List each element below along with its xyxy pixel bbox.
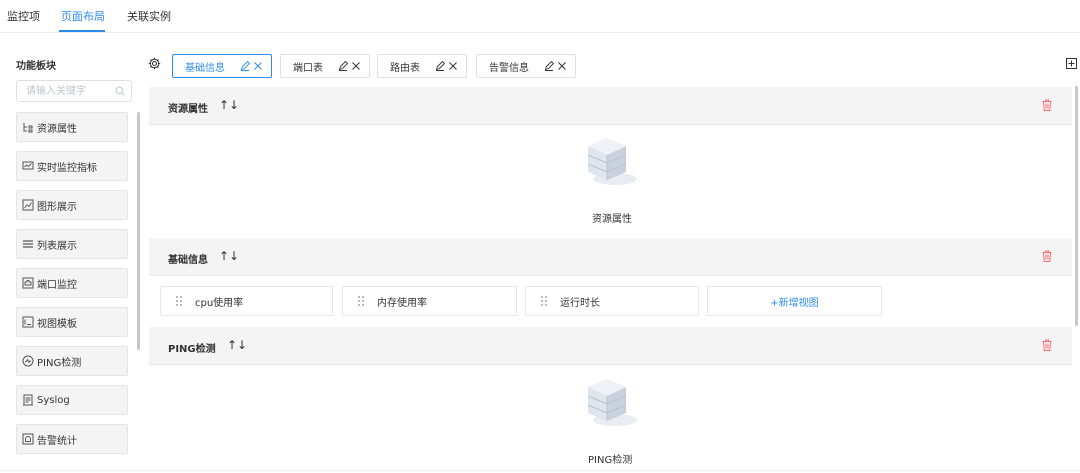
widget-syslog[interactable]: Syslog — [16, 385, 128, 415]
layout-tab-alarm-info[interactable]: 告警信息 — [476, 54, 576, 78]
trash-icon[interactable] — [1042, 339, 1052, 351]
layout-tab-label: 端口表 — [293, 62, 323, 74]
widget-realtime-metrics[interactable]: 实时监控指标 — [16, 151, 128, 181]
view-card-cpu-usage[interactable]: cpu使用率 — [160, 286, 333, 316]
view-card-label: 内存使用率 — [377, 297, 427, 309]
layout-tab-basic-info[interactable]: 基础信息 — [172, 54, 272, 78]
sort-arrows[interactable]: ↑↓ — [219, 98, 239, 112]
widget-label: 视图模板 — [37, 318, 77, 330]
add-view-label: +新增视图 — [770, 297, 819, 309]
server-placeholder-icon — [587, 379, 637, 426]
tab-monitor-items[interactable]: 监控项 — [7, 8, 40, 24]
tab-related-instances[interactable]: 关联实例 — [127, 8, 171, 24]
gear-icon[interactable] — [148, 57, 161, 70]
sort-arrows[interactable]: ↑↓ — [227, 338, 247, 352]
drag-handle-icon[interactable] — [357, 295, 365, 307]
section-header-resource-attributes: 资源属性 ↑↓ — [149, 87, 1072, 125]
tab-page-layout[interactable]: 页面布局 — [61, 8, 105, 24]
search-icon[interactable] — [115, 86, 125, 96]
add-tab-icon[interactable] — [1066, 58, 1077, 69]
widget-label: 资源属性 — [37, 123, 77, 135]
section-header-ping-check: PING检测 ↑↓ — [149, 327, 1072, 365]
widget-view-template[interactable]: 视图模板 — [16, 307, 128, 337]
drag-handle-icon[interactable] — [540, 295, 548, 307]
widget-port-monitor[interactable]: 端口监控 — [16, 268, 128, 298]
widget-list-display[interactable]: 列表展示 — [16, 229, 128, 259]
edit-icon[interactable] — [338, 61, 348, 71]
search-input[interactable] — [17, 81, 107, 101]
add-view-button[interactable]: +新增视图 — [707, 286, 882, 316]
widget-ping-check[interactable]: PING检测 — [16, 346, 128, 376]
layout-tab-label: 基础信息 — [185, 62, 225, 74]
bottom-divider — [0, 470, 1080, 471]
port-icon — [22, 277, 34, 289]
trash-icon[interactable] — [1042, 99, 1052, 111]
close-icon[interactable] — [448, 61, 458, 71]
monitor-icon — [22, 161, 34, 170]
trash-icon[interactable] — [1042, 250, 1052, 262]
layout-tab-label: 路由表 — [390, 62, 420, 74]
template-icon — [22, 316, 34, 328]
line-chart-icon — [22, 199, 34, 211]
edit-icon[interactable] — [544, 61, 554, 71]
layout-tab-route-table[interactable]: 路由表 — [377, 54, 467, 78]
view-card-memory-usage[interactable]: 内存使用率 — [342, 286, 517, 316]
section-title: PING检测 — [168, 344, 216, 355]
widget-label: 图形展示 — [37, 201, 77, 213]
tree-icon — [23, 123, 33, 133]
section-caption: PING检测 — [588, 455, 633, 466]
edit-icon[interactable] — [240, 61, 250, 71]
widget-label: 告警统计 — [37, 435, 77, 447]
widget-label: 实时监控指标 — [37, 162, 97, 174]
alarm-icon — [22, 433, 34, 445]
drag-handle-icon[interactable] — [175, 295, 183, 307]
left-panel-title: 功能板块 — [16, 61, 56, 72]
section-title: 资源属性 — [168, 104, 208, 115]
section-title: 基础信息 — [168, 255, 208, 266]
layout-tab-port-table[interactable]: 端口表 — [280, 54, 370, 78]
widget-alarm-stats[interactable]: 告警统计 — [16, 424, 128, 454]
widget-label: PING检测 — [37, 357, 82, 369]
edit-icon[interactable] — [435, 61, 445, 71]
close-icon[interactable] — [557, 61, 567, 71]
server-placeholder-icon — [587, 138, 637, 185]
close-icon[interactable] — [253, 61, 263, 71]
sort-arrows[interactable]: ↑↓ — [219, 249, 239, 263]
view-card-label: 运行时长 — [560, 297, 600, 309]
left-scrollbar[interactable] — [137, 112, 140, 350]
view-card-label: cpu使用率 — [195, 297, 244, 309]
syslog-icon — [23, 394, 33, 406]
layout-tab-label: 告警信息 — [489, 62, 529, 74]
widget-search — [16, 80, 132, 102]
widget-chart-display[interactable]: 图形展示 — [16, 190, 128, 220]
list-icon — [23, 240, 33, 248]
widget-label: 端口监控 — [37, 279, 77, 291]
ping-icon — [22, 355, 34, 367]
widget-resource-attributes[interactable]: 资源属性 — [16, 112, 128, 142]
close-icon[interactable] — [351, 61, 361, 71]
active-tab-underline — [59, 30, 105, 32]
section-caption: 资源属性 — [592, 214, 632, 225]
view-card-uptime[interactable]: 运行时长 — [525, 286, 699, 316]
section-header-basic-info: 基础信息 ↑↓ — [149, 238, 1072, 276]
widget-label: Syslog — [37, 394, 70, 406]
widget-label: 列表展示 — [37, 240, 77, 252]
content-scrollbar[interactable] — [1075, 86, 1078, 326]
top-tabs: 监控项 页面布局 关联实例 — [0, 0, 1080, 33]
